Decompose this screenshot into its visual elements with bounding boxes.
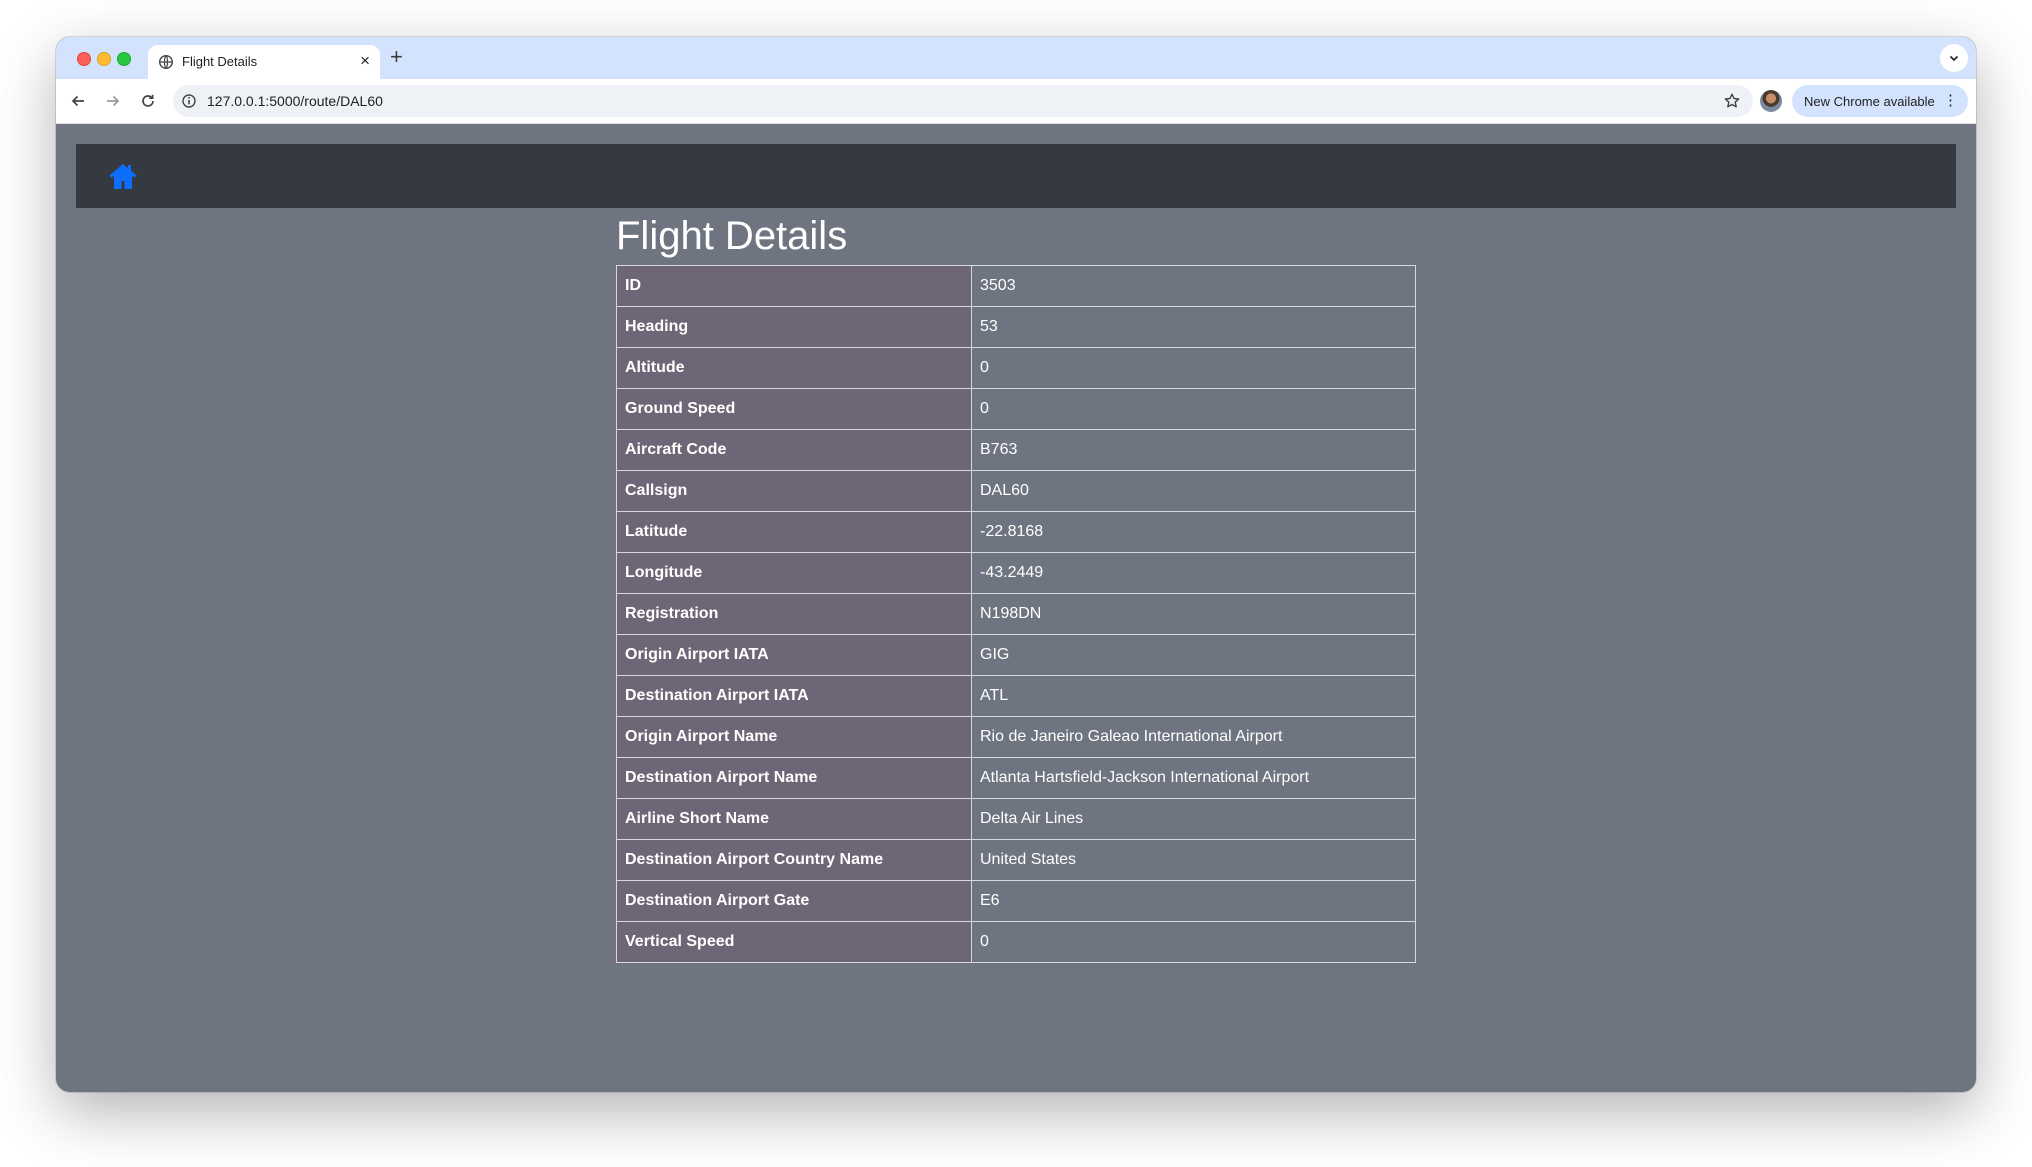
- field-value: Delta Air Lines: [971, 798, 1416, 840]
- table-row: Heading 53: [616, 306, 1416, 348]
- chrome-update-button[interactable]: New Chrome available ⋮: [1792, 85, 1968, 117]
- field-value: 3503: [971, 265, 1416, 307]
- main-content: Flight Details ID 3503 Heading 53 Altitude 0 G…: [616, 208, 1416, 963]
- field-value: 0: [971, 347, 1416, 389]
- field-value: GIG: [971, 634, 1416, 676]
- field-label: Registration: [616, 593, 972, 635]
- field-value: N198DN: [971, 593, 1416, 635]
- navbar: [76, 144, 1956, 208]
- table-row: Destination Airport Name Atlanta Hartsfie…: [616, 757, 1416, 799]
- field-label: Origin Airport Name: [616, 716, 972, 758]
- profile-avatar[interactable]: [1760, 90, 1782, 112]
- flight-details-table: ID 3503 Heading 53 Altitude 0 Ground Speed 0 Air…: [616, 265, 1416, 963]
- field-value: 0: [971, 388, 1416, 430]
- globe-icon: [158, 54, 174, 70]
- minimize-window-button[interactable]: [97, 52, 111, 66]
- chevron-down-icon: [1949, 55, 1959, 62]
- field-value: Rio de Janeiro Galeao International Airp…: [971, 716, 1416, 758]
- field-label: Aircraft Code: [616, 429, 972, 471]
- table-row: Ground Speed 0: [616, 388, 1416, 430]
- page-title: Flight Details: [616, 214, 848, 258]
- field-value: Atlanta Hartsfield-Jackson International…: [971, 757, 1416, 799]
- table-row: Callsign DAL60: [616, 470, 1416, 512]
- field-label: Longitude: [616, 552, 972, 594]
- close-tab-icon[interactable]: ×: [360, 51, 370, 71]
- update-label: New Chrome available: [1804, 94, 1935, 109]
- field-value: 53: [971, 306, 1416, 348]
- home-icon: [109, 164, 137, 189]
- field-label: Latitude: [616, 511, 972, 553]
- page-body: Flight Details ID 3503 Heading 53 Altitude 0 G…: [56, 124, 1976, 1092]
- field-label: ID: [616, 265, 972, 307]
- field-value: -22.8168: [971, 511, 1416, 553]
- browser-window: Flight Details × + 127.0.0.1:5000/route/…: [56, 37, 1976, 1092]
- field-label: Heading: [616, 306, 972, 348]
- table-row: Destination Airport Gate E6: [616, 880, 1416, 922]
- field-value: -43.2449: [971, 552, 1416, 594]
- field-value: United States: [971, 839, 1416, 881]
- browser-tab[interactable]: Flight Details ×: [148, 45, 380, 79]
- field-label: Destination Airport Name: [616, 757, 972, 799]
- field-label: Callsign: [616, 470, 972, 512]
- field-value: DAL60: [971, 470, 1416, 512]
- home-link[interactable]: [108, 161, 138, 191]
- table-row: Latitude -22.8168: [616, 511, 1416, 553]
- table-row: Destination Airport IATA ATL: [616, 675, 1416, 717]
- tab-strip: Flight Details × +: [56, 37, 1976, 79]
- browser-toolbar: 127.0.0.1:5000/route/DAL60 New Chrome av…: [56, 79, 1976, 124]
- field-label: Destination Airport Gate: [616, 880, 972, 922]
- table-row: Altitude 0: [616, 347, 1416, 389]
- arrow-right-icon: [107, 95, 120, 107]
- field-value: E6: [971, 880, 1416, 922]
- table-row: Aircraft Code B763: [616, 429, 1416, 471]
- field-label: Destination Airport IATA: [616, 675, 972, 717]
- new-tab-button[interactable]: +: [390, 44, 403, 70]
- table-row: Longitude -43.2449: [616, 552, 1416, 594]
- tab-title: Flight Details: [182, 54, 258, 69]
- field-value: 0: [971, 921, 1416, 963]
- field-label: Origin Airport IATA: [616, 634, 972, 676]
- field-label: Ground Speed: [616, 388, 972, 430]
- forward-button[interactable]: [101, 89, 125, 113]
- field-label: Vertical Speed: [616, 921, 972, 963]
- table-row: Registration N198DN: [616, 593, 1416, 635]
- table-row: ID 3503: [616, 265, 1416, 307]
- field-value: B763: [971, 429, 1416, 471]
- arrow-left-icon: [71, 95, 84, 107]
- table-row: Origin Airport IATA GIG: [616, 634, 1416, 676]
- address-bar[interactable]: 127.0.0.1:5000/route/DAL60: [173, 85, 1753, 117]
- field-value: ATL: [971, 675, 1416, 717]
- close-window-button[interactable]: [77, 52, 91, 66]
- table-row: Vertical Speed 0: [616, 921, 1416, 963]
- field-label: Airline Short Name: [616, 798, 972, 840]
- table-row: Destination Airport Country Name United S…: [616, 839, 1416, 881]
- maximize-window-button[interactable]: [117, 52, 131, 66]
- reload-icon: [142, 94, 154, 107]
- field-label: Destination Airport Country Name: [616, 839, 972, 881]
- site-info-icon[interactable]: [181, 93, 197, 109]
- tab-search-button[interactable]: [1940, 44, 1968, 72]
- url-text: 127.0.0.1:5000/route/DAL60: [207, 93, 383, 109]
- more-menu-icon[interactable]: ⋮: [1943, 92, 1958, 110]
- bookmark-star-icon[interactable]: [1723, 92, 1741, 110]
- back-button[interactable]: [66, 89, 90, 113]
- field-label: Altitude: [616, 347, 972, 389]
- table-row: Origin Airport Name Rio de Janeiro Galeao…: [616, 716, 1416, 758]
- reload-button[interactable]: [136, 89, 160, 113]
- table-row: Airline Short Name Delta Air Lines: [616, 798, 1416, 840]
